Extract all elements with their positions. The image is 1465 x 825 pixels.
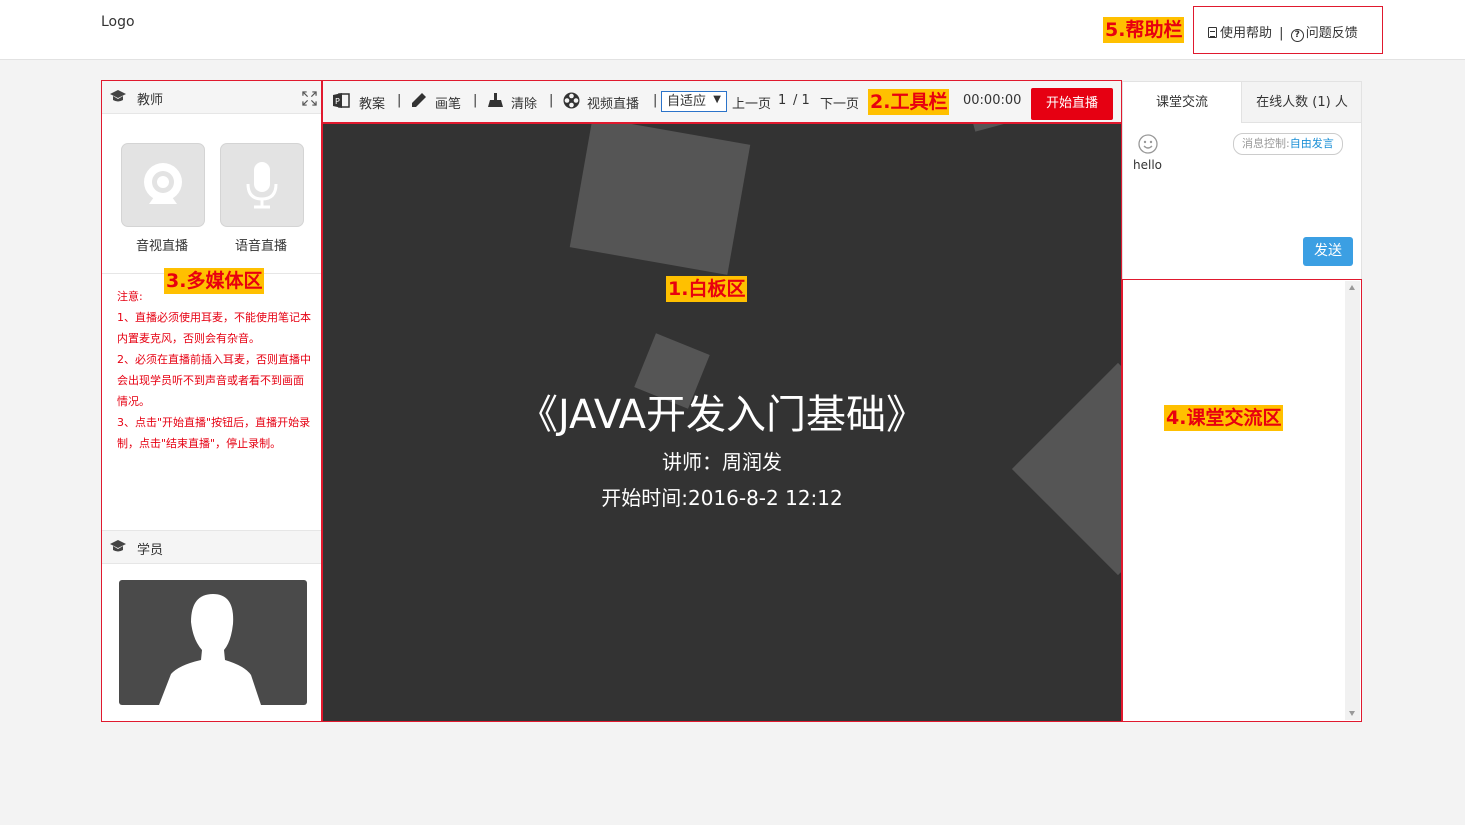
audio-live-label: 语音直播 [234,239,287,254]
annotation-multimedia: 3.多媒体区 [164,268,265,294]
svg-text:P: P [335,97,340,106]
annotation-toolbar: 2.工具栏 [868,89,950,115]
chat-input-text[interactable]: hello [1133,158,1162,172]
annotation-help: 5.帮助栏 [1103,17,1185,43]
note-item: 1、直播必须使用耳麦，不能使用笔记本内置麦克风，否则会有杂音。 [117,311,311,345]
eraser-icon [488,93,503,107]
fit-mode-select[interactable]: 自适应 ▼ [661,91,727,112]
tab-online-users[interactable]: 在线人数 (1) 人 [1242,82,1362,124]
slide-lecturer: 讲师：周润发 [662,450,782,474]
webcam-icon [144,163,182,204]
audio-live-button[interactable] [220,143,304,227]
student-header: 学员 [102,530,321,564]
prev-page-button[interactable]: 上一页 [732,93,771,112]
pen-button[interactable]: 画笔 [435,93,461,112]
decor-shape [569,124,751,275]
chat-input-area: hello 消息控制:自由发言 发送 [1122,123,1362,280]
decor-shape [971,124,1005,132]
annotation-whiteboard: 1.白板区 [666,276,748,302]
scroll-up-icon[interactable] [1349,285,1355,290]
toolbar-separator: | [473,93,478,108]
total-pages: / 1 [793,93,810,108]
note-item: 3、点击"开始直播"按钮后，直播开始录制，点击"结束直播"，停止录制。 [117,416,311,450]
help-bar: 使用帮助 | ? 问题反馈 [1193,6,1383,54]
start-live-button[interactable]: 开始直播 [1031,88,1113,120]
annotation-chat: 4.课堂交流区 [1164,405,1284,431]
teacher-header: 教师 [102,81,321,114]
chat-message-list [1122,279,1362,722]
toolbar-separator: | [397,93,402,108]
dropdown-arrow-icon: ▼ [713,94,721,105]
scroll-down-icon[interactable] [1349,711,1355,716]
video-live-button[interactable] [121,143,205,227]
message-control-toggle[interactable]: 消息控制:自由发言 [1233,133,1343,155]
help-link[interactable]: 使用帮助 [1208,26,1272,41]
document-icon [1208,27,1217,38]
toolbar: P 教案 | 画笔 | 清除 | 视频直播 | 自适应 ▼ 上一页 1 / 1 … [322,80,1122,123]
multimedia-panel: 教师 音视直播 语音直播 注意: 1、直播必须使用耳麦，不能使用笔记本内置麦克风… [101,80,322,722]
chat-tabs: 课堂交流 在线人数 (1) 人 [1122,81,1362,124]
video-live-label: 音视直播 [135,239,188,254]
person-silhouette-icon [159,594,261,705]
expand-icon[interactable] [302,91,317,106]
slide-start-time: 开始时间:2016-8-2 12:12 [601,486,843,510]
microphone-icon [246,162,278,209]
graduation-cap-icon [110,90,126,102]
student-video [119,580,307,705]
next-page-button[interactable]: 下一页 [820,93,859,112]
live-notes: 注意: 1、直播必须使用耳麦，不能使用笔记本内置麦克风，否则会有杂音。 2、必须… [117,286,312,454]
lesson-plan-button[interactable]: 教案 [359,93,385,112]
feedback-link[interactable]: ? 问题反馈 [1290,26,1358,42]
tab-class-chat[interactable]: 课堂交流 [1123,82,1242,124]
toolbar-separator: | [549,93,554,108]
live-timer: 00:00:00 [963,93,1022,108]
video-live-toolbar-button[interactable]: 视频直播 [587,93,639,112]
current-page: 1 [778,93,787,108]
logo: Logo [101,14,135,30]
pen-icon [412,93,426,107]
clear-button[interactable]: 清除 [511,93,537,112]
teacher-title: 教师 [137,93,164,108]
smiley-icon[interactable] [1138,134,1158,154]
send-button[interactable]: 发送 [1303,237,1353,266]
note-item: 2、必须在直播前插入耳麦，否则直播中会出现学员听不到声音或者看不到画面情况。 [117,353,311,408]
slide-title: 《JAVA开发入门基础》 [517,392,927,438]
toolbar-separator: | [653,93,658,108]
film-reel-icon [563,92,580,109]
question-icon: ? [1290,29,1304,42]
whiteboard[interactable]: 《JAVA开发入门基础》 讲师：周润发 开始时间:2016-8-2 12:12 [322,123,1122,722]
student-icon [110,540,126,552]
help-separator: | [1279,26,1284,41]
chat-scrollbar[interactable] [1345,281,1360,720]
student-title: 学员 [137,543,164,558]
ppt-icon: P [333,93,350,108]
